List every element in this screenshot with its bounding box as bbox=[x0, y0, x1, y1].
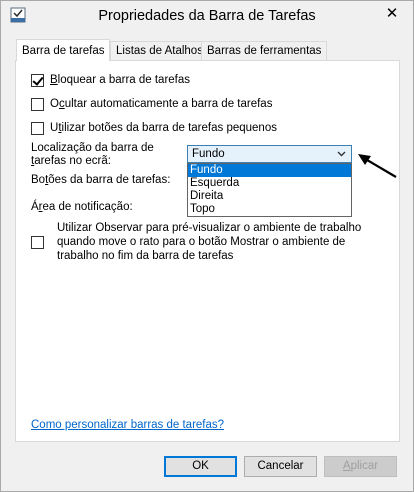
cancel-button[interactable]: Cancelar bbox=[244, 456, 317, 477]
location-option-direita[interactable]: Direita bbox=[188, 190, 351, 203]
location-option-topo[interactable]: Topo bbox=[188, 203, 351, 216]
pointer-arrow-icon bbox=[358, 154, 397, 178]
taskbar-buttons-label: Botões da barra de tarefas: bbox=[31, 174, 171, 186]
peek-label: Utilizar Observar para pré-visualizar o … bbox=[57, 222, 362, 262]
small-buttons-label: Utilizar botões da barra de tarefas pequ… bbox=[50, 122, 277, 134]
autohide-option[interactable]: Ocultar automaticamente a barra de taref… bbox=[31, 97, 272, 112]
lock-taskbar-checkbox[interactable] bbox=[31, 74, 44, 87]
ok-button[interactable]: OK bbox=[164, 456, 237, 477]
apply-button[interactable]: Aplicar bbox=[324, 456, 397, 477]
taskbar-location-label: Localização da barra de tarefas no ecrã: bbox=[31, 142, 154, 167]
customize-taskbar-link[interactable]: Como personalizar barras de tarefas? bbox=[31, 419, 224, 431]
taskbar-location-dropdown: Fundo Esquerda Direita Topo bbox=[187, 163, 352, 217]
small-buttons-checkbox[interactable] bbox=[31, 122, 44, 135]
close-icon: ✕ bbox=[385, 4, 399, 22]
notification-area-label: Área de notificação: bbox=[31, 201, 133, 213]
lock-taskbar-label: Bloquear a barra de tarefas bbox=[50, 74, 191, 86]
window-title: Propriedades da Barra de Tarefas bbox=[98, 8, 316, 24]
lock-taskbar-option[interactable]: Bloquear a barra de tarefas bbox=[31, 73, 190, 88]
location-option-fundo[interactable]: Fundo bbox=[188, 164, 351, 177]
tab-taskbar[interactable]: Barra de tarefas bbox=[16, 39, 111, 61]
peek-checkbox[interactable] bbox=[31, 236, 44, 249]
properties-dialog: Propriedades da Barra de Tarefas ✕ Lista… bbox=[0, 0, 414, 492]
autohide-label: Ocultar automaticamente a barra de taref… bbox=[50, 98, 273, 110]
small-buttons-option[interactable]: Utilizar botões da barra de tarefas pequ… bbox=[31, 121, 277, 136]
close-button[interactable]: ✕ bbox=[377, 2, 407, 23]
location-option-esquerda[interactable]: Esquerda bbox=[188, 177, 351, 190]
autohide-checkbox[interactable] bbox=[31, 98, 44, 111]
location-selected-value: Fundo bbox=[192, 148, 225, 160]
tab-toolbars[interactable]: Barras de ferramentas bbox=[201, 41, 328, 60]
title-bar: Propriedades da Barra de Tarefas ✕ bbox=[1, 1, 413, 32]
taskbar-location-select[interactable]: Fundo bbox=[187, 145, 352, 163]
taskbar-tab-panel: Bloquear a barra de tarefas Ocultar auto… bbox=[15, 60, 400, 442]
tab-jump-lists[interactable]: Listas de Atalhos bbox=[110, 41, 209, 60]
